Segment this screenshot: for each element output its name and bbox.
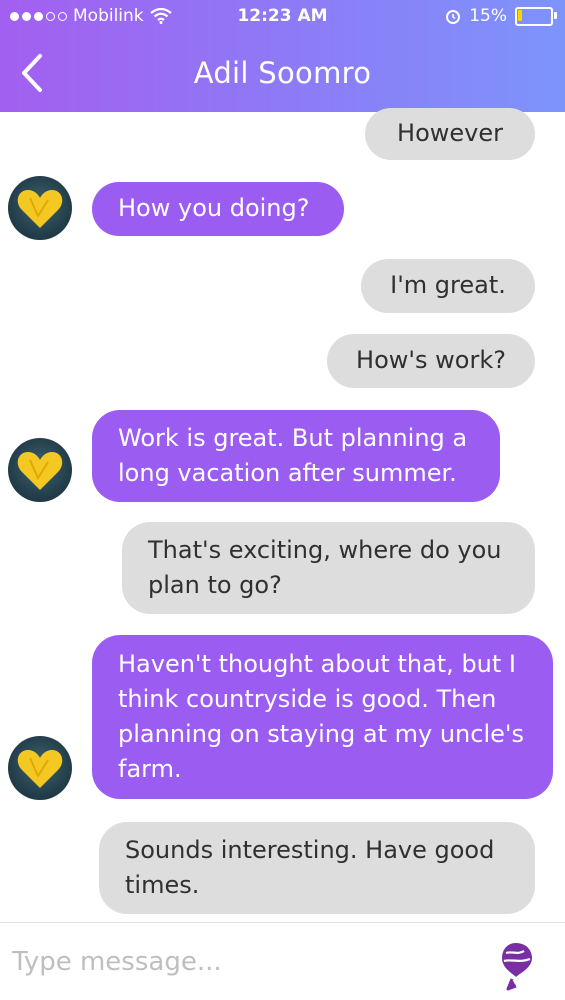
message-line: farm. — [118, 755, 182, 783]
message-line: long vacation after summer. — [118, 459, 457, 487]
message-text: I'm great. — [390, 271, 506, 299]
composer-bar — [0, 922, 565, 1000]
message-input[interactable] — [10, 939, 474, 985]
nav-bar: Adil Soomro — [0, 36, 565, 112]
contact-avatar[interactable] — [8, 438, 72, 502]
message-line: plan to go? — [148, 571, 282, 599]
battery-percent: 15% — [469, 6, 507, 26]
chat-screen: Mobilink 12:23 AM 15% Adil Soomro Howeve… — [0, 0, 565, 1000]
battery-icon — [515, 6, 557, 26]
alarm-clock-icon — [446, 10, 461, 24]
outgoing-message[interactable]: How's work? — [327, 334, 535, 388]
incoming-message[interactable]: How you doing? — [92, 182, 344, 236]
message-line: Work is great. But planning a — [118, 424, 468, 452]
heart-icon — [17, 190, 63, 228]
heart-icon — [17, 452, 63, 490]
message-text: However — [397, 119, 503, 147]
send-button[interactable] — [490, 939, 538, 991]
contact-avatar[interactable] — [8, 736, 72, 800]
message-line: Sounds interesting. Have good — [125, 836, 495, 864]
incoming-message[interactable]: Work is great. But planning a long vacat… — [92, 410, 500, 502]
header: Mobilink 12:23 AM 15% Adil Soomro — [0, 0, 565, 112]
outgoing-message[interactable]: That's exciting, where do you plan to go… — [122, 522, 535, 614]
outgoing-message[interactable]: Sounds interesting. Have good times. — [99, 822, 535, 914]
message-text: How you doing? — [118, 194, 310, 222]
message-line: That's exciting, where do you — [148, 536, 502, 564]
message-text: How's work? — [356, 346, 506, 374]
incoming-message[interactable]: Haven't thought about that, but I think … — [92, 635, 553, 799]
outgoing-message[interactable]: However — [365, 108, 535, 160]
message-line: Haven't thought about that, but I — [118, 650, 517, 678]
message-line: planning on staying at my uncle's — [118, 720, 524, 748]
heart-icon — [17, 750, 63, 788]
message-line: think countryside is good. Then — [118, 685, 497, 713]
battery-level — [518, 9, 522, 21]
contact-avatar[interactable] — [8, 176, 72, 240]
battery-group: 15% — [445, 6, 557, 26]
status-bar: Mobilink 12:23 AM 15% — [0, 0, 565, 36]
balloon-send-icon — [502, 943, 532, 991]
conversation-title: Adil Soomro — [193, 56, 372, 90]
outgoing-message[interactable]: I'm great. — [361, 259, 535, 313]
message-line: times. — [125, 871, 200, 899]
